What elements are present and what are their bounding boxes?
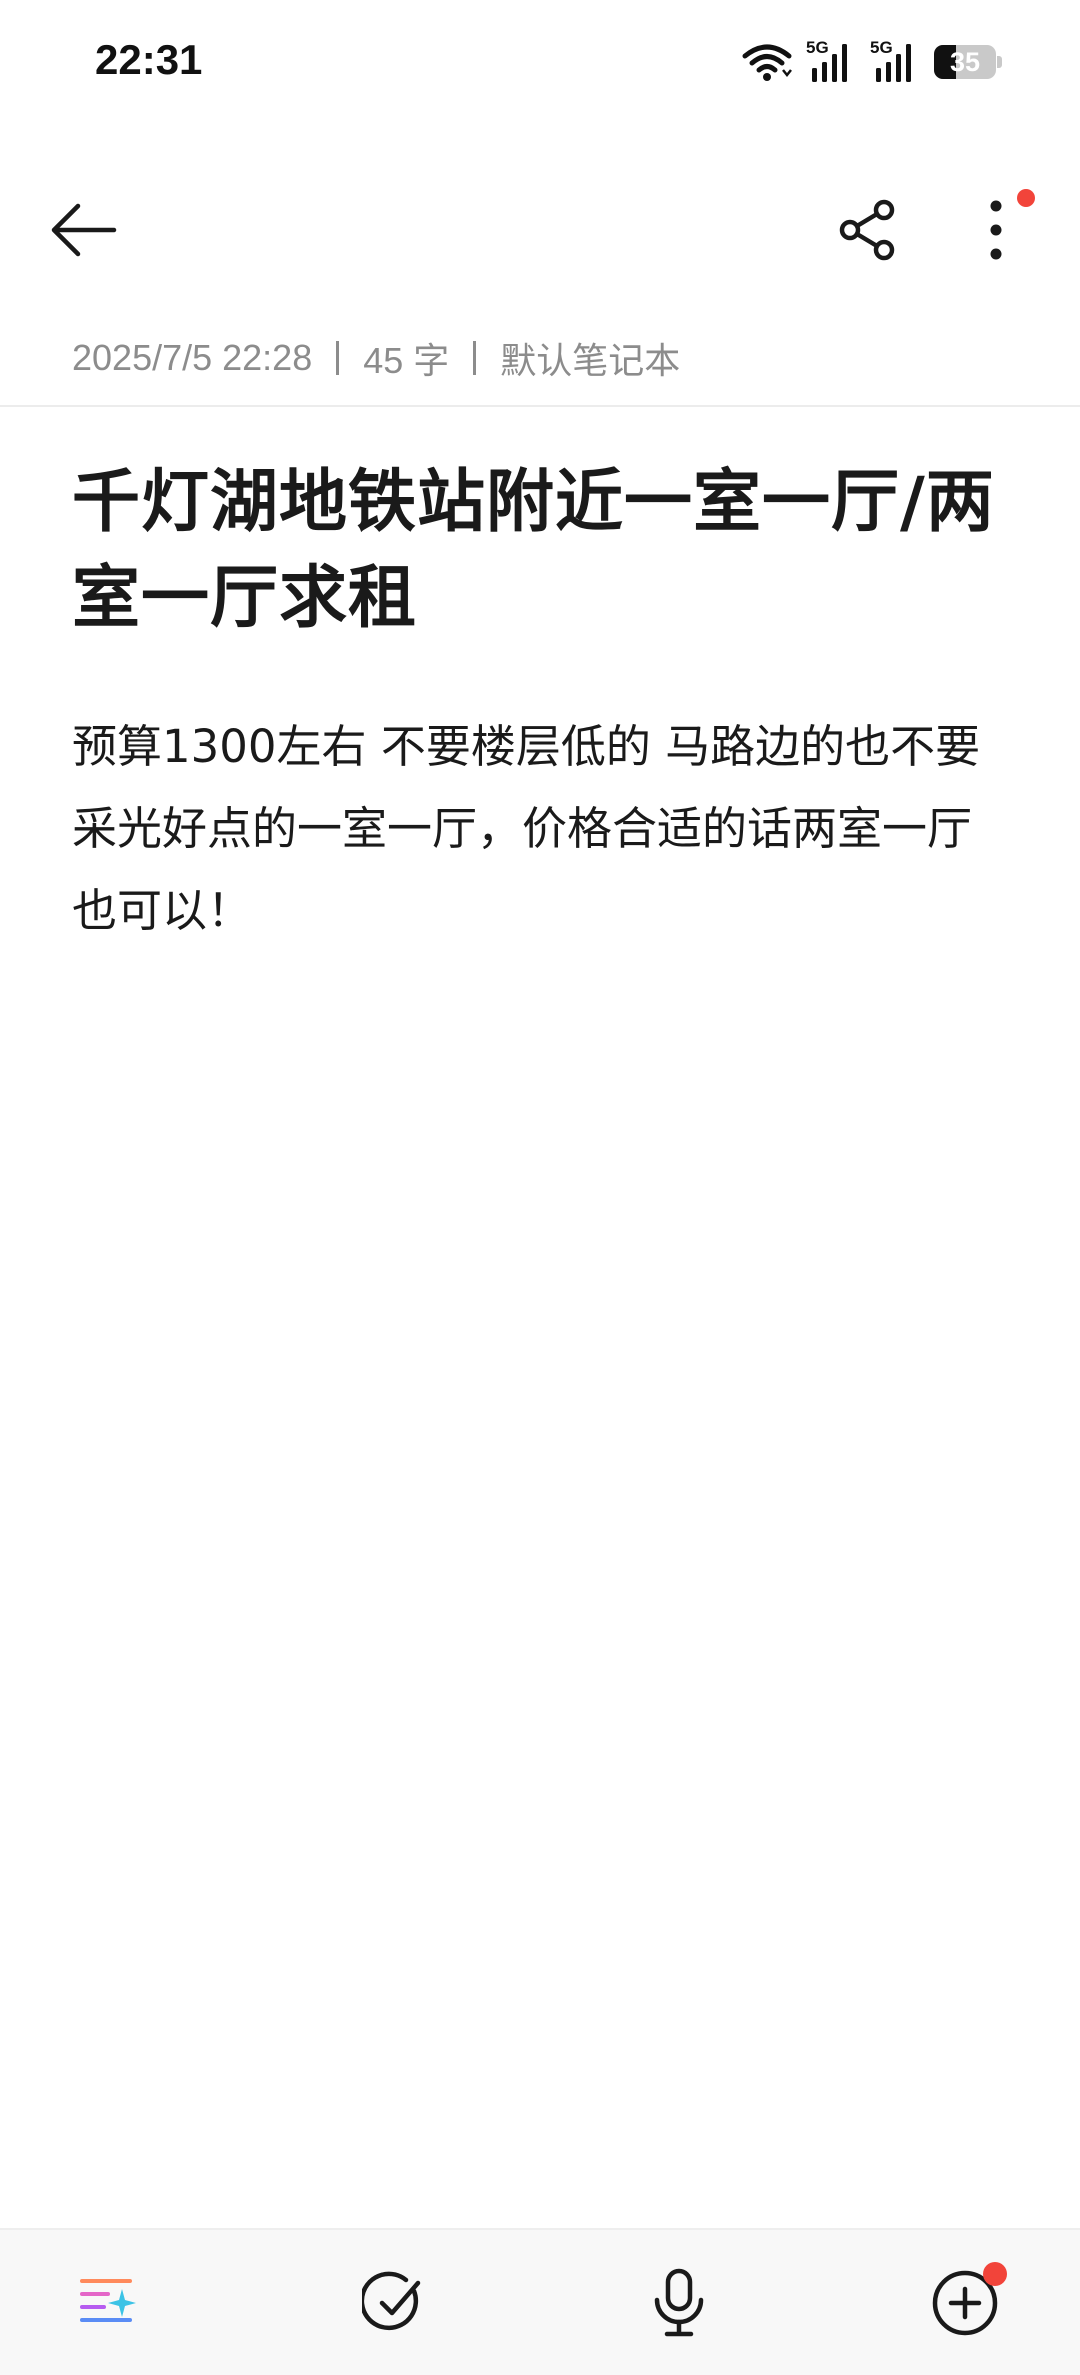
note-meta: 2025/7/5 22:28 45 字 默认笔记本 xyxy=(72,330,680,386)
signal-5g-icon-1: 5G xyxy=(806,38,856,84)
share-button[interactable] xyxy=(818,170,918,290)
bottom-toolbar xyxy=(0,2228,1080,2375)
note-title[interactable]: 千灯湖地铁站附近一室一厅/两室一厅求租 xyxy=(72,455,1012,647)
share-icon xyxy=(839,199,895,261)
status-bar: 22:31 5G 5G 35 xyxy=(0,0,1080,120)
check-circle-icon xyxy=(362,2271,421,2330)
battery-icon: 35 xyxy=(934,45,1002,79)
note-toolbar xyxy=(0,170,1080,290)
note-date: 2025/7/5 22:28 xyxy=(72,337,313,378)
notebook-selector[interactable]: 默认笔记本 xyxy=(500,332,680,384)
status-icons: 5G 5G 35 xyxy=(742,38,1002,86)
arrow-left-icon xyxy=(51,203,117,257)
more-badge xyxy=(1017,189,1035,207)
more-button[interactable] xyxy=(946,170,1046,290)
wifi-icon xyxy=(742,44,792,81)
ai-assist-button[interactable] xyxy=(48,2230,168,2375)
note-word-count: 45 字 xyxy=(363,340,450,381)
todo-button[interactable] xyxy=(334,2230,454,2375)
status-time: 22:31 xyxy=(95,36,203,83)
note-body[interactable]: 预算1300左右 不要楼层低的 马路边的也不要 采光好点的一室一厅，价格合适的话… xyxy=(72,706,1012,952)
add-button[interactable] xyxy=(905,2230,1025,2375)
voice-input-button[interactable] xyxy=(619,2230,739,2375)
ai-list-sparkle-icon xyxy=(80,2278,136,2322)
battery-level: 35 xyxy=(949,47,981,77)
signal-5g-icon-2: 5G xyxy=(870,38,920,84)
back-button[interactable] xyxy=(34,170,134,290)
more-vertical-icon xyxy=(990,200,1002,260)
meta-separator xyxy=(473,341,477,375)
header-divider xyxy=(0,405,1080,407)
add-badge xyxy=(983,2262,1007,2286)
microphone-icon xyxy=(654,2268,704,2336)
meta-separator xyxy=(336,341,340,375)
